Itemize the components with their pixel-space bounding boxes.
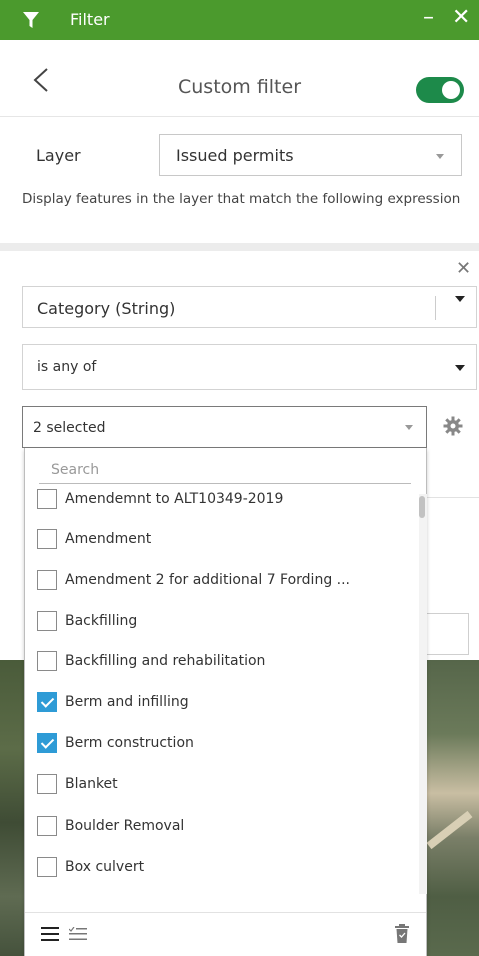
page-title: Custom filter <box>177 76 302 98</box>
option-label: Amendment 2 for additional 7 Fording ... <box>65 572 351 588</box>
option-label: Boulder Removal <box>65 818 185 834</box>
section-divider <box>0 243 479 251</box>
panel-divider <box>427 497 479 498</box>
select-separator <box>435 296 436 320</box>
field-select[interactable]: Category (String) <box>22 286 477 328</box>
remove-expression-button[interactable]: ✕ <box>456 258 471 279</box>
list-item[interactable]: Box culvert <box>37 856 409 880</box>
checkbox[interactable] <box>37 611 57 631</box>
map-imagery-left <box>0 660 24 956</box>
list-item[interactable]: Blanket <box>37 773 409 797</box>
chevron-down-icon <box>405 425 413 430</box>
trash-icon[interactable] <box>395 924 409 944</box>
value-multi-select[interactable]: 2 selected <box>22 406 427 448</box>
search-input[interactable]: Search <box>39 454 411 484</box>
checkbox[interactable] <box>37 816 57 836</box>
checkbox[interactable] <box>37 774 57 794</box>
checkbox-checked[interactable] <box>37 692 57 712</box>
checkbox[interactable] <box>37 570 57 590</box>
option-label: Berm and infilling <box>65 694 189 710</box>
filter-description: Display features in the layer that match… <box>22 191 461 207</box>
value-dropdown: Search Amendemnt to ALT10349-2019 Amendm… <box>24 448 427 956</box>
window-title-bar: Filter – ✕ <box>0 0 479 40</box>
option-label: Blanket <box>65 776 118 792</box>
list-item[interactable]: Amendment <box>37 528 409 552</box>
option-label: Berm construction <box>65 735 194 751</box>
window-title: Filter <box>70 10 110 29</box>
checkbox[interactable] <box>37 857 57 877</box>
chevron-down-icon <box>455 365 465 371</box>
checkbox[interactable] <box>37 489 57 509</box>
operator-select[interactable]: is any of <box>22 344 477 390</box>
list-item[interactable]: Backfilling <box>37 610 409 634</box>
operator-selected-value: is any of <box>37 359 97 375</box>
option-label: Amendemnt to ALT10349-2019 <box>65 491 284 507</box>
list-item[interactable]: Backfilling and rehabilitation <box>37 650 409 674</box>
map-imagery-right <box>427 660 479 956</box>
list-selected-icon[interactable] <box>69 927 87 941</box>
list-item[interactable]: Amendemnt to ALT10349-2019 <box>37 488 409 512</box>
value-summary: 2 selected <box>33 420 106 436</box>
filter-header: Custom filter <box>0 40 479 117</box>
option-label: Amendment <box>65 531 152 547</box>
layer-selected-value: Issued permits <box>176 146 294 165</box>
list-item[interactable]: Amendment 2 for additional 7 Fording ... <box>37 569 409 593</box>
close-button[interactable]: ✕ <box>452 4 470 32</box>
chevron-down-icon <box>436 154 444 159</box>
option-label: Backfilling and rehabilitation <box>65 653 266 669</box>
minimize-button[interactable]: – <box>423 4 434 32</box>
option-label: Box culvert <box>65 859 145 875</box>
checkbox[interactable] <box>37 651 57 671</box>
panel-input-edge <box>427 613 469 655</box>
checkbox-checked[interactable] <box>37 733 57 753</box>
toggle-knob <box>442 81 460 99</box>
search-placeholder: Search <box>51 462 100 478</box>
option-label: Backfilling <box>65 613 138 629</box>
field-selected-value: Category (String) <box>37 299 176 318</box>
list-item[interactable]: Boulder Removal <box>37 815 409 839</box>
layer-select[interactable]: Issued permits <box>159 134 462 176</box>
gear-icon[interactable] <box>443 416 463 436</box>
scrollbar-thumb[interactable] <box>419 496 425 518</box>
filter-enabled-toggle[interactable] <box>416 77 464 103</box>
funnel-icon <box>23 12 39 28</box>
chevron-down-icon <box>455 296 465 302</box>
list-item[interactable]: Berm and infilling <box>37 691 409 715</box>
option-list: Amendemnt to ALT10349-2019 Amendment Ame… <box>25 486 415 906</box>
dropdown-footer <box>25 912 426 956</box>
checkbox[interactable] <box>37 529 57 549</box>
layer-label: Layer <box>36 146 81 165</box>
scrollbar-track[interactable] <box>419 494 427 894</box>
list-all-icon[interactable] <box>41 927 59 941</box>
list-item[interactable]: Berm construction <box>37 732 409 756</box>
